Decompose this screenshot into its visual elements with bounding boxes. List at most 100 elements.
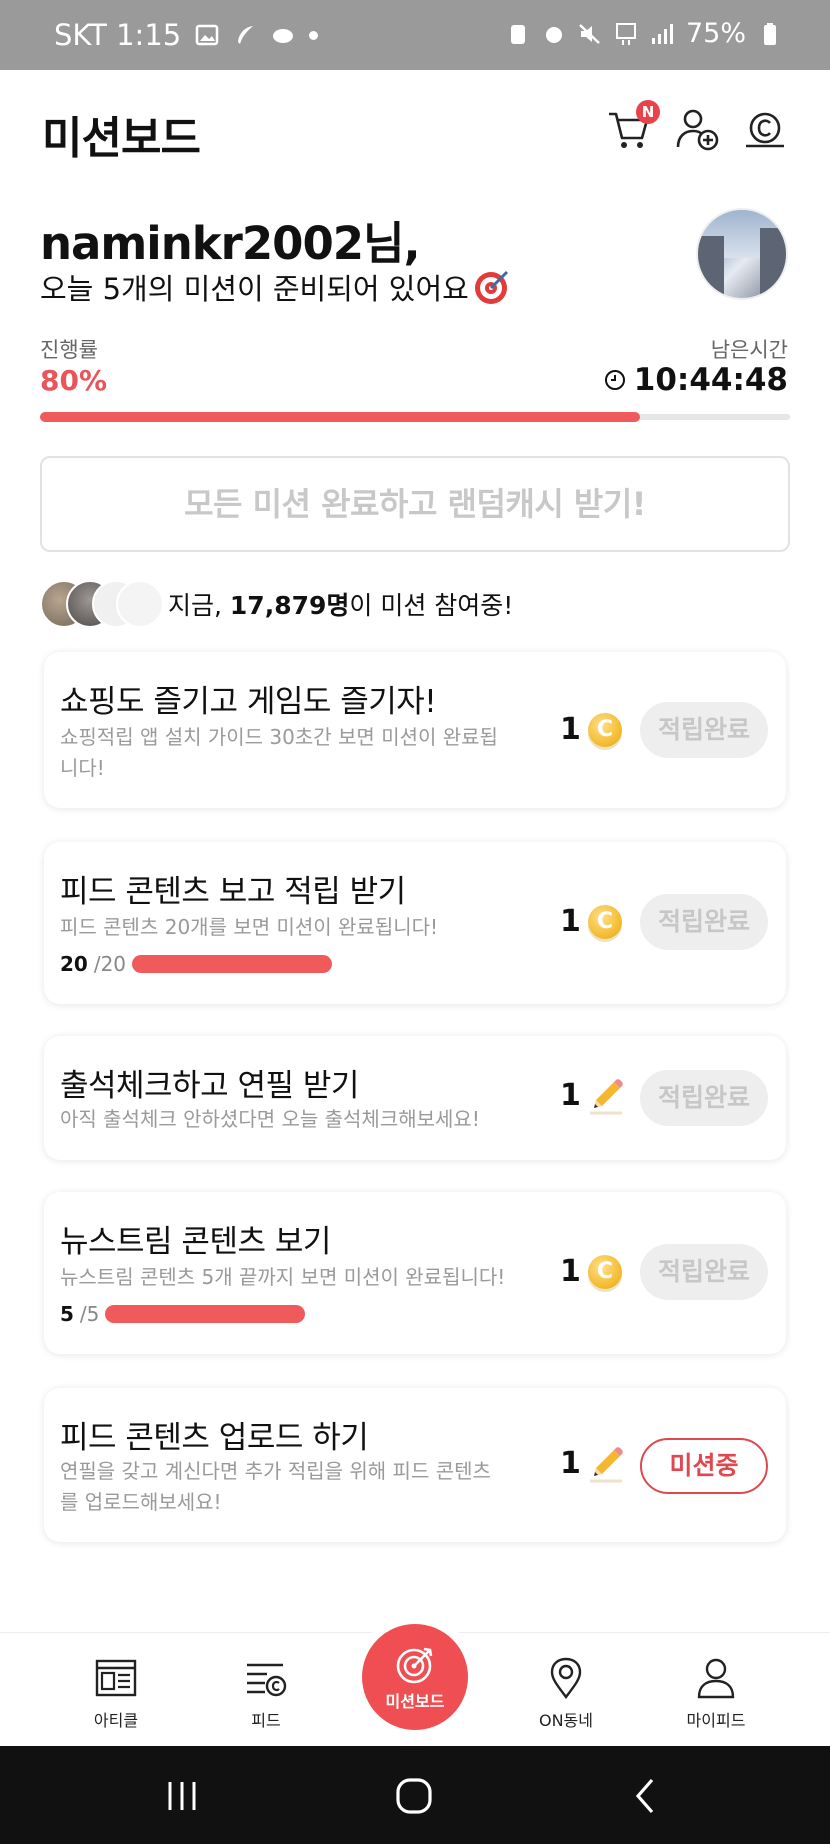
feed-icon [247, 1663, 287, 1697]
gallery-icon [195, 24, 219, 46]
mission-progress: 20 /20 [60, 952, 333, 976]
random-cash-button[interactable]: 모든 미션 완료하고 랜덤캐시 받기! [40, 456, 790, 552]
mission-card[interactable]: 출석체크하고 연필 받기 아직 출석체크 안하셨다면 오늘 출석체크해보세요! … [44, 1036, 786, 1160]
progress-bar [40, 412, 790, 422]
add-friend-button[interactable] [674, 106, 720, 152]
feather-icon [238, 26, 254, 44]
coin-icon [588, 905, 622, 939]
mission-title: 뉴스트림 콘텐츠 보기 [60, 1224, 331, 1260]
pencil-icon [590, 1079, 623, 1115]
mission-description: 피드 콘텐츠 20개를 보면 미션이 완료됩니다! [60, 915, 439, 939]
mission-title: 출석체크하고 연필 받기 [60, 1068, 359, 1104]
cloud-icon [273, 29, 294, 43]
nav-article[interactable]: 아티클 [56, 1655, 176, 1731]
participants-count: 17,879명 [229, 591, 350, 620]
remaining-time-label: 남은시간 [710, 338, 788, 362]
nav-label: 아티클 [93, 1711, 139, 1730]
nav-my-feed[interactable]: 마이피드 [656, 1655, 776, 1731]
avatar-building-left [698, 236, 725, 298]
clock-icon [604, 370, 625, 390]
mission-progress-done: 20 [60, 952, 88, 976]
article-icon [95, 1659, 137, 1697]
mission-state-button[interactable]: 적립완료 [640, 702, 768, 758]
nav-mission-board[interactable]: 미션보드 [362, 1624, 468, 1730]
mission-progress-bar [105, 1305, 306, 1323]
mission-title: 쇼핑도 즐기고 게임도 즐기자! [60, 684, 437, 720]
participant-avatar [116, 580, 164, 628]
status-bar: SKT 1:15 75% [0, 0, 830, 70]
remaining-time: 10:44:48 [604, 362, 788, 398]
remaining-time-value: 10:44:48 [633, 362, 788, 398]
mission-in-progress-button[interactable]: 미션중 [640, 1438, 768, 1494]
participants-text: 지금, 17,879명이 미션 참여중! [168, 586, 513, 622]
back-icon[interactable] [624, 1774, 668, 1818]
mission-reward-amount: 1 [560, 712, 581, 747]
pencil-icon [590, 1447, 623, 1483]
signal-icon [651, 23, 673, 44]
mission-progress-done: 5 [60, 1302, 74, 1326]
mission-description: 뉴스트림 콘텐츠 5개 끝까지 보면 미션이 완료됩니다! [60, 1265, 506, 1289]
progress-value: 80% [40, 364, 108, 397]
mission-card[interactable]: 뉴스트림 콘텐츠 보기 뉴스트림 콘텐츠 5개 끝까지 보면 미션이 완료됩니다… [44, 1192, 786, 1354]
mission-progress-total: /20 [93, 952, 127, 976]
recent-apps-icon[interactable] [160, 1774, 204, 1818]
mission-reward-amount: 1 [560, 1446, 581, 1481]
page-title: 미션보드 [42, 113, 201, 164]
user-greeting: naminkr2002님, [40, 217, 421, 270]
status-right: 75% [506, 18, 782, 49]
participants-suffix: 이 미션 참여중! [349, 591, 514, 620]
person-icon [697, 1658, 735, 1699]
battery-text: 75% [685, 18, 746, 49]
status-left: SKT 1:15 [54, 18, 319, 52]
cart-button[interactable]: N [606, 100, 660, 152]
app-header: 미션보드 N [0, 70, 830, 188]
nav-label: 미션보드 [385, 1692, 445, 1711]
participant-avatars [40, 580, 164, 628]
cash-button[interactable] [742, 106, 788, 152]
mission-card[interactable]: 피드 콘텐츠 보고 적립 받기 피드 콘텐츠 20개를 보면 미션이 완료됩니다… [44, 842, 786, 1004]
target-emoji-icon [474, 270, 508, 304]
mute-icon [579, 23, 600, 44]
target-icon [396, 1647, 433, 1684]
mission-card[interactable]: 쇼핑도 즐기고 게임도 즐기자! 쇼핑적립 앱 설치 가이드 30초간 보면 미… [44, 652, 786, 808]
mission-reward-amount: 1 [560, 904, 581, 939]
participants-row: 지금, 17,879명이 미션 참여중! [40, 580, 513, 628]
progress-bar-fill [40, 412, 640, 422]
greeting-message: 오늘 5개의 미션이 준비되어 있어요 [40, 266, 511, 308]
coin-outline-icon [746, 112, 784, 148]
mission-state-button[interactable]: 적립완료 [640, 1244, 768, 1300]
mission-title: 피드 콘텐츠 업로드 하기 [60, 1420, 369, 1456]
coin-icon [588, 713, 622, 747]
mission-reward-amount: 1 [560, 1254, 581, 1289]
add-user-icon [676, 109, 719, 151]
battery-saver-icon [510, 24, 525, 44]
avatar-building-right [759, 227, 786, 298]
participants-prefix: 지금, [168, 591, 230, 620]
mission-state-button[interactable]: 적립완료 [640, 1070, 768, 1126]
mission-title: 피드 콘텐츠 보고 적립 받기 [60, 874, 406, 910]
nav-label: ON동네 [538, 1711, 593, 1730]
greeting-text: 오늘 5개의 미션이 준비되어 있어요 [40, 272, 469, 306]
alarm-icon [545, 26, 562, 43]
carrier-time: SKT 1:15 [54, 18, 182, 52]
cart-badge: N [636, 100, 660, 124]
battery-icon [764, 22, 776, 45]
nav-label: 피드 [251, 1711, 281, 1730]
mission-description: 쇼핑적립 앱 설치 가이드 30초간 보면 미션이 완료됩니다! [60, 725, 498, 780]
mission-reward-amount: 1 [560, 1078, 581, 1113]
nav-feed[interactable]: 피드 [206, 1655, 326, 1731]
mission-progress: 5 /5 [60, 1302, 306, 1326]
profile-avatar[interactable] [696, 208, 788, 300]
mission-progress-bar [132, 955, 333, 973]
mission-description: 연필을 갖고 계신다면 추가 적립을 위해 피드 콘텐츠를 업로드해보세요! [60, 1459, 491, 1514]
home-icon[interactable] [392, 1774, 436, 1818]
system-navigation-bar [0, 1746, 830, 1844]
mission-card[interactable]: 피드 콘텐츠 업로드 하기 연필을 갖고 계신다면 추가 적립을 위해 피드 콘… [44, 1388, 786, 1542]
mission-progress-total: /5 [79, 1302, 100, 1326]
nav-label: 마이피드 [686, 1711, 746, 1730]
location-pin-icon [550, 1657, 582, 1699]
progress-label: 진행률 [40, 338, 98, 362]
mission-state-button[interactable]: 적립완료 [640, 894, 768, 950]
mission-description: 아직 출석체크 안하셨다면 오늘 출석체크해보세요! [60, 1107, 480, 1131]
nav-on-neighborhood[interactable]: ON동네 [506, 1655, 626, 1731]
